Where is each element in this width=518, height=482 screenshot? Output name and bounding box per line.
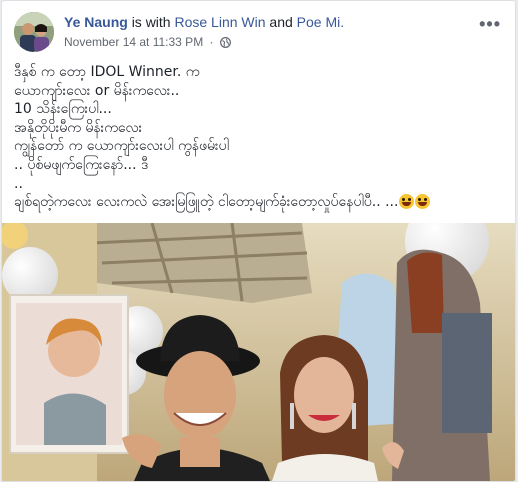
post-card: Ye Naung is with Rose Linn Win and Poe M… <box>1 0 516 482</box>
author-avatar[interactable] <box>14 12 54 52</box>
laughing-emoji-icon <box>399 194 415 210</box>
tagged-user-2-link[interactable]: Poe Mi. <box>297 14 344 30</box>
more-options-icon[interactable]: ••• <box>479 14 501 35</box>
post-text-line: 10 သိန်းကြေးပါ... <box>14 101 112 118</box>
post-text-line: အနိုတိုပိုးမီက မိန်းကလေး <box>14 119 143 136</box>
author-name-link[interactable]: Ye Naung <box>64 14 128 30</box>
post-text-last-line: ချစ်ရတဲ့ကလေး လေးကလဲ အေးမြဖြူတဲ့ ငါတော့မျ… <box>14 193 503 212</box>
post-meta: November 14 at 11:33 PM · <box>64 35 231 49</box>
post-author-line: Ye Naung is with Rose Linn Win and Poe M… <box>64 14 344 30</box>
post-text: ဒီနှစ် က တော့ IDOL Winner. က ယောကျာ်းလေး… <box>14 63 503 212</box>
laughing-emoji-icon <box>415 194 431 210</box>
post-text-line: .. ပိုစ်မဖျက်ကြေးနော်... ဒီ <box>14 156 149 173</box>
and-text: and <box>269 14 293 30</box>
post-timestamp-link[interactable]: November 14 at 11:33 PM <box>64 35 203 49</box>
tagged-user-1-link[interactable]: Rose Linn Win <box>174 14 265 30</box>
meta-separator: · <box>209 35 214 49</box>
post-header: Ye Naung is with Rose Linn Win and Poe M… <box>14 12 505 54</box>
post-text-line: ကျွန်တော် က ယောကျာ်းလေးပါ ကွန်ဖမ်းပါ <box>14 138 229 155</box>
post-text-line: ယောကျာ်းလေး or မိန်းကလေး.. <box>14 82 180 99</box>
post-text-line: .. <box>14 175 23 192</box>
with-text: is with <box>131 14 171 30</box>
post-photo[interactable] <box>2 223 515 481</box>
post-text-line: ချစ်ရတဲ့ကလေး လေးကလဲ အေးမြဖြူတဲ့ ငါတော့မျ… <box>14 194 399 211</box>
post-text-line: ဒီနှစ် က တော့ IDOL Winner. က <box>14 64 200 80</box>
globe-icon[interactable] <box>219 37 231 48</box>
